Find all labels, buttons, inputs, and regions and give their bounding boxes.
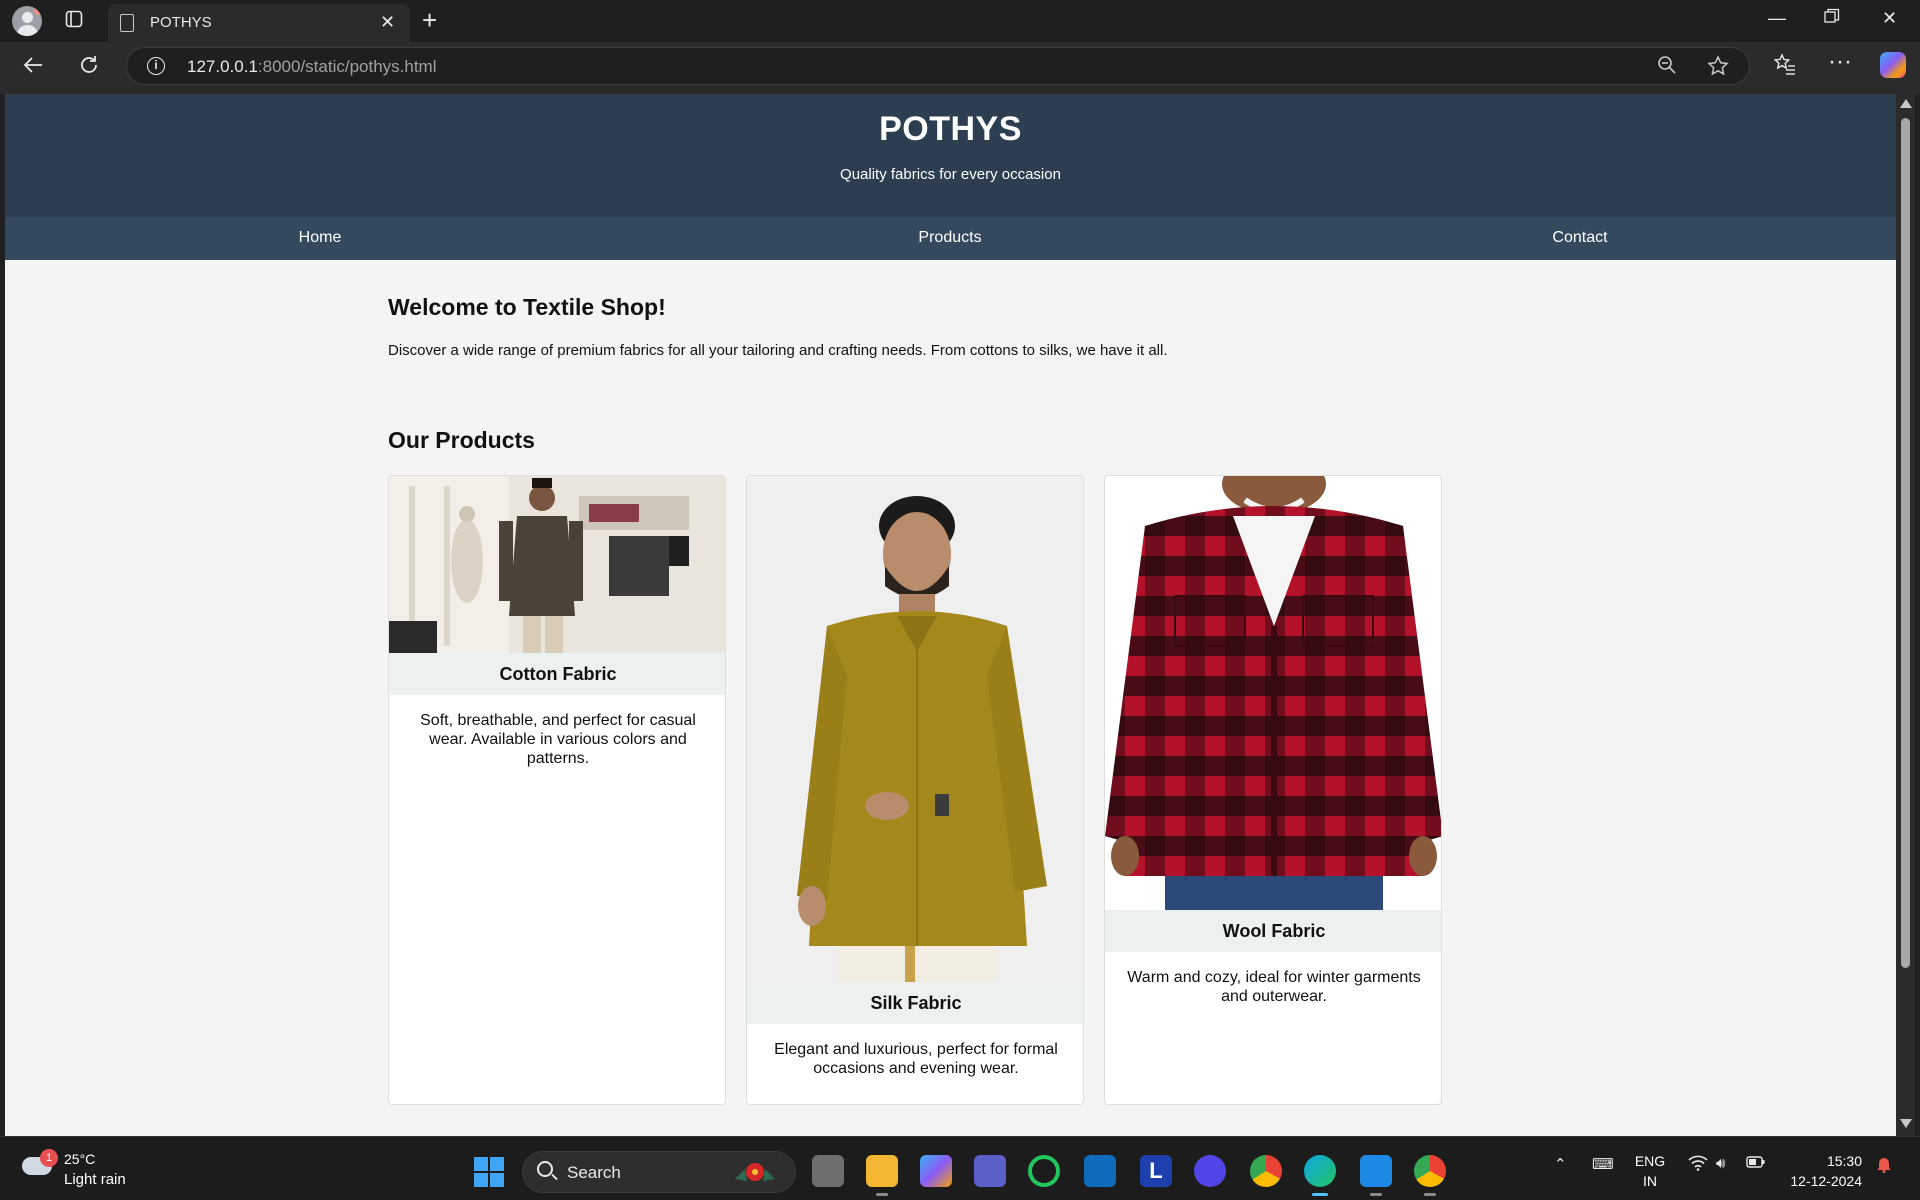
- nav-products-link[interactable]: Products: [918, 229, 981, 247]
- close-window-icon[interactable]: ✕: [1882, 8, 1897, 29]
- url-text[interactable]: 127.0.0.1:8000/static/pothys.html: [187, 57, 437, 77]
- tab-actions-icon[interactable]: [64, 10, 84, 30]
- product-name: Cotton Fabric: [389, 653, 725, 695]
- chrome-profile-icon[interactable]: [1414, 1155, 1446, 1196]
- cotton-fabric-image: [389, 476, 725, 653]
- loading-app-icon[interactable]: [1028, 1155, 1060, 1187]
- search-icon: [537, 1161, 553, 1177]
- nav-contact-link[interactable]: Contact: [1552, 229, 1607, 247]
- scroll-up-icon[interactable]: [1900, 99, 1912, 108]
- scrollbar-thumb[interactable]: [1901, 118, 1910, 968]
- task-view-icon[interactable]: [812, 1155, 844, 1187]
- page-scrollbar[interactable]: [1896, 94, 1915, 1136]
- address-bar[interactable]: i 127.0.0.1:8000/static/pothys.html: [126, 47, 1750, 85]
- browser-tab-active[interactable]: POTHYS ✕: [108, 4, 410, 42]
- product-description: Soft, breathable, and perfect for casual…: [420, 712, 696, 767]
- copilot-icon[interactable]: [1880, 52, 1906, 78]
- wool-fabric-image: [1105, 476, 1441, 910]
- teams-icon[interactable]: [974, 1155, 1006, 1187]
- welcome-text: Discover a wide range of premium fabrics…: [388, 342, 1168, 359]
- page-icon: [120, 14, 134, 32]
- site-nav: Home Products Contact: [5, 217, 1896, 260]
- tab-title: POTHYS: [150, 14, 212, 31]
- welcome-heading: Welcome to Textile Shop!: [388, 294, 666, 320]
- search-highlight-icon: [735, 1163, 775, 1181]
- reload-icon[interactable]: [78, 54, 100, 81]
- edge-icon[interactable]: [1304, 1155, 1336, 1196]
- windows-taskbar: 1 25°C Light rain Search L ⌃ ⌨ ENG IN 🔊︎…: [0, 1136, 1920, 1200]
- site-header: POTHYS Quality fabrics for every occasio…: [5, 94, 1896, 217]
- minimize-icon[interactable]: —: [1768, 8, 1786, 29]
- windows-start-icon[interactable]: [474, 1157, 504, 1187]
- weather-condition: Light rain: [64, 1171, 126, 1188]
- weather-badge: 1: [40, 1149, 58, 1167]
- back-icon[interactable]: [22, 54, 44, 81]
- more-menu-icon[interactable]: ···: [1828, 48, 1852, 76]
- site-tagline: Quality fabrics for every occasion: [840, 166, 1061, 183]
- keyboard-icon[interactable]: ⌨: [1592, 1155, 1614, 1173]
- battery-icon[interactable]: [1746, 1155, 1766, 1173]
- product-card-cotton[interactable]: Cotton Fabric Soft, breathable, and perf…: [388, 475, 726, 1105]
- vscode-icon[interactable]: [1360, 1155, 1392, 1196]
- proton-app-icon[interactable]: [1194, 1155, 1226, 1187]
- page-viewport: POTHYS Quality fabrics for every occasio…: [5, 94, 1896, 1136]
- copilot-app-icon[interactable]: [920, 1155, 952, 1187]
- close-tab-icon[interactable]: ✕: [380, 12, 395, 33]
- taskbar-search[interactable]: Search: [522, 1151, 796, 1193]
- new-tab-icon[interactable]: +: [422, 6, 437, 34]
- volume-icon[interactable]: 🔊︎: [1716, 1155, 1725, 1172]
- notification-bell-icon[interactable]: [1876, 1155, 1892, 1177]
- product-name: Wool Fabric: [1105, 910, 1441, 952]
- product-card-silk[interactable]: Silk Fabric Elegant and luxurious, perfe…: [746, 475, 1084, 1105]
- product-card-wool[interactable]: Wool Fabric Warm and cozy, ideal for win…: [1104, 475, 1442, 1105]
- zoom-out-icon[interactable]: [1657, 55, 1677, 81]
- favorites-icon[interactable]: [1773, 53, 1796, 81]
- search-label: Search: [567, 1163, 621, 1182]
- language-indicator[interactable]: ENG IN: [1630, 1151, 1670, 1191]
- wifi-icon[interactable]: [1688, 1155, 1708, 1175]
- l-app-icon[interactable]: L: [1140, 1155, 1172, 1187]
- product-name: Silk Fabric: [747, 982, 1083, 1024]
- tray-overflow-icon[interactable]: ⌃: [1554, 1155, 1567, 1173]
- restore-icon[interactable]: [1824, 8, 1840, 29]
- silk-fabric-image: [747, 476, 1083, 982]
- chrome-icon[interactable]: [1250, 1155, 1282, 1187]
- product-description: Elegant and luxurious, perfect for forma…: [774, 1041, 1058, 1077]
- weather-temperature: 25°C: [64, 1151, 96, 1167]
- products-heading: Our Products: [388, 427, 535, 453]
- favorite-star-icon[interactable]: [1707, 55, 1729, 83]
- browser-tab-bar: POTHYS ✕ + — ✕: [0, 0, 1920, 42]
- scroll-down-icon[interactable]: [1900, 1119, 1912, 1128]
- system-clock[interactable]: 15:30 12-12-2024: [1782, 1151, 1862, 1191]
- browser-toolbar: i 127.0.0.1:8000/static/pothys.html ···: [0, 42, 1920, 94]
- site-info-icon[interactable]: i: [147, 57, 165, 75]
- product-description: Warm and cozy, ideal for winter garments…: [1127, 969, 1421, 1005]
- nav-home-link[interactable]: Home: [299, 229, 342, 247]
- site-brand: POTHYS: [879, 110, 1022, 148]
- microsoft-store-icon[interactable]: [1084, 1155, 1116, 1187]
- profile-avatar[interactable]: [12, 6, 42, 36]
- file-explorer-icon[interactable]: [866, 1155, 898, 1196]
